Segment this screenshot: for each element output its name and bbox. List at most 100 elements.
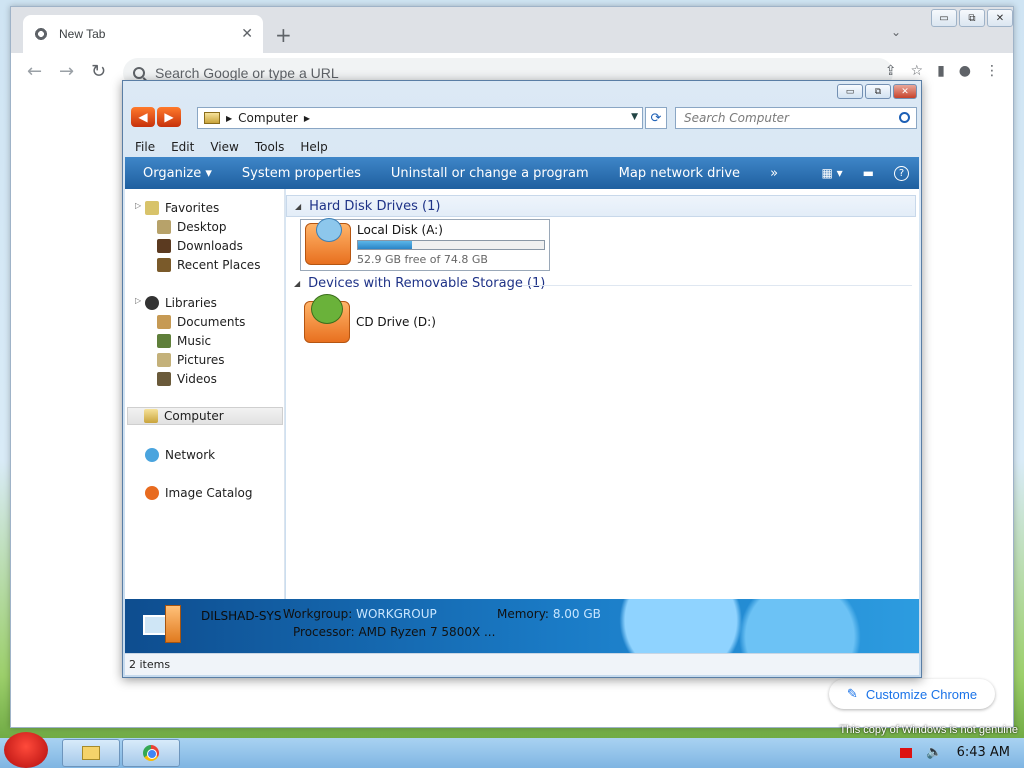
nav-music[interactable]: Music: [157, 332, 211, 350]
memory-field: Memory: 8.00 GB: [497, 607, 601, 621]
chrome-favicon-icon: [33, 26, 49, 42]
windows-not-genuine-text: This copy of Windows is not genuine: [839, 724, 1018, 736]
pencil-icon: ✎: [846, 686, 858, 701]
action-center-flag-icon[interactable]: [900, 747, 913, 758]
nav-music-label: Music: [177, 334, 212, 348]
change-view-icon[interactable]: ▦ ▾: [821, 166, 842, 181]
nav-videos[interactable]: Videos: [157, 370, 217, 388]
side-panel-icon[interactable]: ▮: [937, 63, 945, 79]
uninstall-program-button[interactable]: Uninstall or change a program: [391, 166, 589, 181]
volume-icon[interactable]: 🔈: [926, 745, 942, 760]
tab-close-icon[interactable]: ✕: [241, 26, 253, 42]
menu-file[interactable]: File: [135, 140, 155, 154]
menu-help[interactable]: Help: [300, 140, 327, 154]
back-button[interactable]: ◀: [131, 107, 155, 127]
new-tab-button[interactable]: +: [275, 23, 292, 47]
taskbar-explorer[interactable]: [62, 739, 120, 767]
menu-edit[interactable]: Edit: [171, 140, 194, 154]
workgroup-field: Workgroup: WORKGROUP: [283, 607, 437, 621]
share-icon[interactable]: ⇪: [885, 63, 897, 79]
collapse-triangle-icon[interactable]: ◢: [294, 279, 300, 288]
music-icon: [157, 334, 171, 348]
expand-arrow-icon[interactable]: ▷: [135, 296, 141, 305]
processor-value: AMD Ryzen 7 5800X ...: [358, 625, 496, 639]
omnibox-placeholder: Search Google or type a URL: [155, 65, 339, 81]
customize-chrome-button[interactable]: ✎ Customize Chrome: [829, 679, 995, 709]
forward-button[interactable]: ▶: [157, 107, 181, 127]
nav-downloads-label: Downloads: [177, 239, 243, 253]
hard-drive-icon: [305, 218, 351, 265]
refresh-button[interactable]: ⟳: [645, 107, 667, 129]
search-icon[interactable]: [899, 112, 910, 123]
clock[interactable]: 6:43 AM: [957, 745, 1010, 760]
group-header-removable[interactable]: ◢ Devices with Removable Storage (1): [294, 276, 545, 291]
status-bar: 2 items: [125, 653, 919, 675]
tab-search-chevron-icon[interactable]: ⌄: [891, 25, 901, 39]
more-commands-button[interactable]: »: [770, 166, 778, 181]
preview-pane-icon[interactable]: ▬: [863, 166, 874, 181]
cd-drive-icon: [304, 294, 350, 343]
nav-favorites[interactable]: Favorites: [145, 199, 219, 217]
nav-pictures[interactable]: Pictures: [157, 351, 225, 369]
drive-cd-d[interactable]: CD Drive (D:): [304, 294, 436, 343]
nav-favorites-label: Favorites: [165, 201, 220, 215]
menu-view[interactable]: View: [210, 140, 238, 154]
nav-network[interactable]: Network: [145, 446, 215, 464]
breadcrumb-computer[interactable]: Computer: [238, 111, 298, 125]
nav-recent-places[interactable]: Recent Places: [157, 256, 260, 274]
bookmark-star-icon[interactable]: ☆: [911, 63, 924, 79]
disk-usage-bar: [357, 240, 545, 250]
nav-downloads[interactable]: Downloads: [157, 237, 243, 255]
nav-documents[interactable]: Documents: [157, 313, 245, 331]
nav-libraries[interactable]: Libraries: [145, 294, 217, 312]
system-properties-button[interactable]: System properties: [242, 166, 361, 181]
drive-info: Local Disk (A:) 52.9 GB free of 74.8 GB: [357, 223, 545, 267]
forward-arrow-icon[interactable]: →: [59, 61, 74, 82]
drive-free-space: 52.9 GB free of 74.8 GB: [357, 253, 488, 266]
profile-avatar-icon[interactable]: ●: [959, 63, 971, 79]
breadcrumb-arrow-icon[interactable]: ▶: [226, 114, 232, 123]
address-bar[interactable]: ▶ Computer ▶ ▼: [197, 107, 643, 129]
start-button[interactable]: [4, 732, 48, 768]
taskbar-chrome[interactable]: [122, 739, 180, 767]
map-network-drive-button[interactable]: Map network drive: [619, 166, 740, 181]
content-pane: ◢ Hard Disk Drives (1) Local Disk (A:) 5…: [286, 189, 919, 599]
drive-local-disk-a[interactable]: Local Disk (A:) 52.9 GB free of 74.8 GB: [300, 218, 550, 271]
address-dropdown-icon[interactable]: ▼: [631, 112, 638, 122]
collapse-triangle-icon[interactable]: ◢: [295, 202, 301, 211]
chrome-icon: [143, 745, 159, 761]
nav-image-catalog[interactable]: Image Catalog: [145, 484, 252, 502]
group-title-hdd: Hard Disk Drives (1): [309, 198, 441, 214]
reload-icon[interactable]: ↻: [91, 61, 106, 82]
restore-button[interactable]: ⧉: [959, 9, 985, 27]
tab-strip: New Tab ✕ + ⌄ ▭ ⧉ ✕: [11, 7, 1013, 53]
breadcrumb-arrow-icon[interactable]: ▶: [304, 114, 310, 123]
nav-computer[interactable]: Computer: [127, 407, 283, 425]
explorer-maximize-button[interactable]: ⧉: [865, 84, 891, 99]
nav-documents-label: Documents: [177, 315, 246, 329]
nav-recent-places-label: Recent Places: [177, 258, 261, 272]
menu-tools[interactable]: Tools: [255, 140, 285, 154]
nav-image-catalog-label: Image Catalog: [165, 486, 253, 500]
tab-new-tab[interactable]: New Tab ✕: [23, 15, 263, 53]
explorer-close-button[interactable]: ✕: [893, 84, 917, 99]
expand-arrow-icon[interactable]: ▷: [135, 201, 141, 210]
group-header-hard-disk-drives[interactable]: ◢ Hard Disk Drives (1): [286, 195, 916, 217]
taskbar: 🔈 6:43 AM: [0, 732, 1024, 768]
minimize-button[interactable]: ▭: [931, 9, 957, 27]
recent-places-icon: [157, 258, 171, 272]
computer-icon: [143, 605, 183, 645]
nav-desktop[interactable]: Desktop: [157, 218, 227, 236]
explorer-minimize-button[interactable]: ▭: [837, 84, 863, 99]
back-arrow-icon[interactable]: ←: [27, 61, 42, 82]
search-computer-input[interactable]: Search Computer: [675, 107, 917, 129]
videos-icon: [157, 372, 171, 386]
organize-button[interactable]: Organize ▾: [143, 166, 212, 181]
disk-usage-fill: [358, 241, 412, 249]
network-icon: [145, 448, 159, 462]
menu-kebab-icon[interactable]: ⋮: [985, 63, 999, 79]
search-placeholder: Search Computer: [684, 111, 789, 125]
help-icon[interactable]: ?: [894, 165, 909, 181]
close-button[interactable]: ✕: [987, 9, 1013, 27]
group-divider: [522, 285, 912, 286]
